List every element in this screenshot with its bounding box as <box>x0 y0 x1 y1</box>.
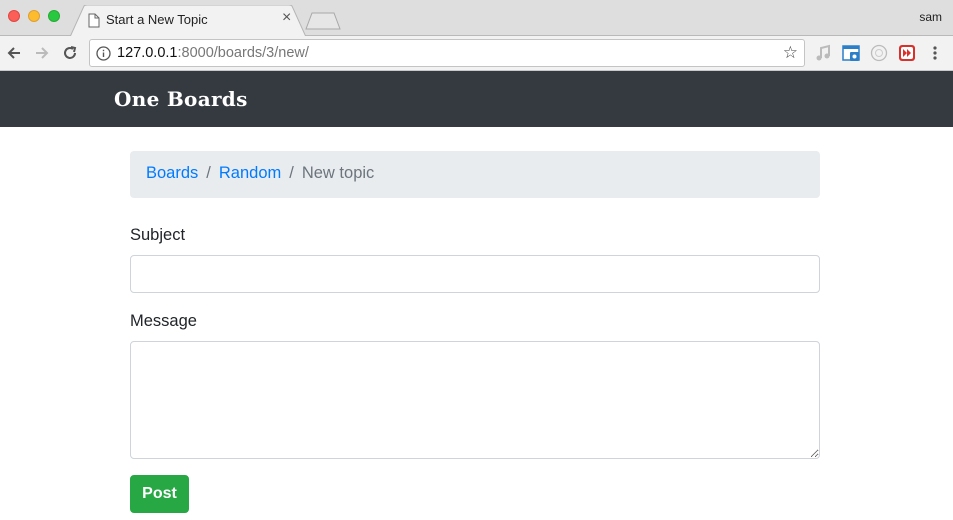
subject-label: Subject <box>130 226 186 244</box>
forward-button[interactable] <box>32 43 52 63</box>
breadcrumb-separator: / <box>289 164 294 182</box>
post-button[interactable]: Post <box>130 475 189 513</box>
breadcrumb: Boards / Random / New topic <box>130 151 820 198</box>
url-host: 127.0.0.1 <box>117 45 178 61</box>
minimize-window-button[interactable] <box>28 10 40 22</box>
music-extension-icon[interactable] <box>814 44 832 62</box>
tab-title: Start a New Topic <box>106 12 208 27</box>
screenshot-extension-icon[interactable] <box>842 44 860 62</box>
arrow-left-icon <box>7 47 20 59</box>
subject-input[interactable] <box>130 255 820 293</box>
reload-button[interactable] <box>60 43 80 63</box>
breadcrumb-random-link[interactable]: Random <box>219 164 281 182</box>
breadcrumb-current: New topic <box>301 164 375 182</box>
page-icon <box>88 13 102 29</box>
profile-name[interactable]: sam <box>919 10 942 24</box>
back-button[interactable] <box>4 43 24 63</box>
site-navbar: One Boards <box>0 71 953 127</box>
browser-toolbar: 127.0.0.1:8000/boards/3/new/ ☆ <box>0 36 953 71</box>
breadcrumb-separator: / <box>206 164 211 182</box>
tab-close-icon[interactable]: × <box>282 10 291 26</box>
address-bar[interactable]: 127.0.0.1:8000/boards/3/new/ ☆ <box>89 39 805 67</box>
circle-extension-icon[interactable] <box>870 44 888 62</box>
browser-tab[interactable]: Start a New Topic × <box>70 5 306 37</box>
maximize-window-button[interactable] <box>48 10 60 22</box>
url-path: :8000/boards/3/new/ <box>177 45 309 61</box>
message-textarea[interactable] <box>130 341 820 459</box>
reload-icon <box>64 46 77 59</box>
new-tab-button[interactable] <box>305 12 341 35</box>
kebab-menu-icon[interactable] <box>926 44 944 62</box>
brand-logo-link[interactable]: One Boards <box>114 87 248 111</box>
fast-forward-extension-icon[interactable] <box>898 44 916 62</box>
browser-tab-strip: Start a New Topic × sam <box>0 0 953 37</box>
bookmark-star-icon[interactable]: ☆ <box>783 43 798 63</box>
message-label: Message <box>130 312 197 330</box>
close-window-button[interactable] <box>8 10 20 22</box>
url-text: 127.0.0.1:8000/boards/3/new/ <box>117 45 309 61</box>
arrow-right-icon <box>36 47 49 59</box>
breadcrumb-boards-link[interactable]: Boards <box>146 164 198 182</box>
info-icon[interactable] <box>96 46 111 66</box>
